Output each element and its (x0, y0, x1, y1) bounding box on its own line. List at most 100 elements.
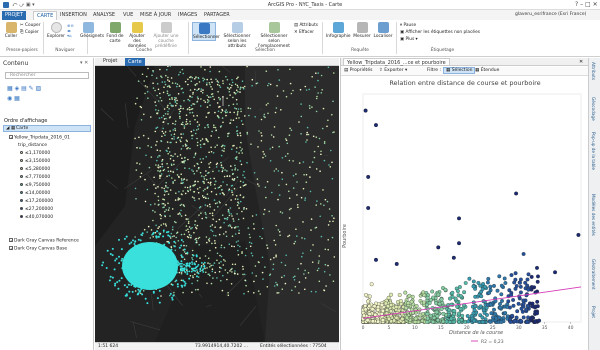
scatter-point (478, 304, 483, 309)
taxi-point (134, 102, 137, 105)
taxi-point (233, 245, 235, 248)
scatter-point (403, 290, 408, 295)
copy-button[interactable]: ⎘ Copier (20, 30, 39, 35)
taxi-point (180, 123, 183, 125)
add-preset-button[interactable]: Ajouter une couche prédéfinie (150, 22, 182, 49)
selected-point (141, 232, 144, 235)
map-canvas[interactable] (95, 66, 339, 342)
dock-tab[interactable]: Géocodage (591, 97, 596, 121)
taxi-point (225, 76, 227, 78)
taxi-point (295, 173, 297, 175)
taxi-point (208, 203, 211, 206)
nav-tools[interactable]: ⊕⊖ ◂▸ ⌖⌂ (67, 23, 79, 39)
taxi-point (146, 188, 149, 191)
taxi-point (333, 72, 335, 74)
taxi-point (196, 241, 198, 244)
tab-insert[interactable]: INSERTION (57, 11, 90, 20)
taxi-point (206, 187, 209, 189)
taxi-point (269, 258, 272, 261)
dock-tab[interactable]: Géotraitement (591, 259, 596, 290)
contents-view-toolbar[interactable]: ▦ ◈ ▤ ✎ ▨ (7, 85, 67, 93)
taxi-point (166, 90, 169, 92)
taxi-point (210, 229, 212, 231)
tab-map-view[interactable]: Carte (125, 58, 145, 66)
dock-tab[interactable]: Projet (591, 306, 596, 318)
contents-toolbar-2[interactable]: ◉ ▦ (7, 95, 20, 102)
tab-view[interactable]: VUE (120, 11, 136, 20)
selected-point (173, 270, 176, 273)
taxi-point (265, 196, 267, 199)
scatter-point (480, 320, 485, 324)
taxi-point (331, 161, 333, 164)
taxi-point (233, 187, 236, 190)
add-data-button[interactable]: Ajouter des données (126, 22, 148, 49)
user-account[interactable]: glaveru_esrifrance (Esri France) (515, 12, 586, 17)
infographic-button[interactable]: Infographie (326, 22, 351, 39)
taxi-point (209, 96, 212, 98)
scatter-point (367, 312, 372, 316)
pause-labels-button[interactable]: ⏸ Pause (400, 23, 416, 28)
dock-tab[interactable]: Pop-up de la table (591, 132, 596, 170)
scale-box[interactable]: 1:51 624 (98, 344, 118, 349)
select-by-attributes-button[interactable]: Sélectionner selon les attributs (220, 22, 254, 49)
taxi-point (191, 169, 193, 171)
cut-button[interactable]: ✂ Couper (20, 23, 40, 28)
taxi-point (180, 215, 183, 217)
tab-analysis[interactable]: ANALYSE (90, 11, 118, 20)
taxi-point (198, 244, 200, 246)
explore-button[interactable]: Explorer (47, 22, 65, 39)
search-input[interactable]: Rechercher (5, 72, 89, 79)
measure-button[interactable]: Mesurer (352, 22, 372, 39)
taxi-point (196, 83, 198, 85)
dock-tab[interactable]: Modèles des entités (591, 194, 596, 236)
taxi-point (157, 88, 160, 91)
locate-button[interactable]: Localiser (373, 22, 393, 39)
scatter-point (488, 284, 493, 289)
basemap-button[interactable]: Fond de carte (104, 22, 126, 44)
tab-imagery[interactable]: IMAGES (175, 11, 200, 20)
scatter-point (535, 279, 540, 284)
taxi-point (249, 107, 252, 110)
geosignets-button[interactable]: Géosignets (80, 22, 104, 39)
layer-node[interactable]: ✓Yellow_Tripdata_2016_01 (9, 135, 70, 141)
tab-chart[interactable]: Yellow_Tripdata_2016_...ce et pourboire (343, 58, 450, 66)
quick-access-toolbar[interactable]: ⤺ ⤻ ▣ ▾ (12, 2, 72, 8)
tab-map[interactable]: CARTE (33, 11, 58, 20)
attributes-button[interactable]: ▤ Attributs (294, 23, 318, 28)
chart-view-tabs: Yellow_Tripdata_2016_...ce et pourboire … (341, 58, 589, 66)
tab-share[interactable]: PARTAGER (201, 11, 233, 20)
taxi-point (184, 167, 186, 169)
taxi-point (180, 140, 182, 143)
taxi-point (185, 120, 188, 123)
chart-export-button[interactable]: ⇪ Exporter ▾ (379, 68, 407, 73)
scatter-chart[interactable]: Relation entre distance de course et pou… (341, 76, 589, 350)
taxi-point (197, 77, 200, 80)
paste-button[interactable]: Coller (3, 22, 19, 39)
taxi-point (184, 143, 187, 146)
filter-selection-button[interactable]: ▦ Sélection (443, 67, 476, 74)
tab-edit[interactable]: MISE À JOUR (137, 11, 174, 20)
pane-controls[interactable]: ▾ ✕ (80, 60, 88, 66)
window-controls[interactable]: ? – □ ✕ (575, 1, 598, 8)
filter-extent-button[interactable]: ▦ Étendue (475, 68, 499, 73)
taxi-point (229, 207, 232, 209)
clear-button[interactable]: ✕ Effacer (294, 30, 314, 35)
show-unplaced-button[interactable]: ▣ Afficher les étiquettes non placées (400, 30, 480, 35)
select-button[interactable]: Sélectionner (192, 22, 220, 41)
dock-tab[interactable]: Attributs (591, 62, 596, 80)
tab-project-view[interactable]: Projet (100, 58, 120, 65)
map-node[interactable]: ◢ ▦ Carte (3, 125, 91, 132)
more-labels-button[interactable]: ▣ Plus ▾ (400, 37, 418, 42)
taxi-point (225, 204, 227, 206)
taxi-point (205, 116, 208, 118)
basemap-node[interactable]: ✓Dark Gray Canvas Base (9, 246, 67, 252)
chart-properties-button[interactable]: ▤ Propriétés (344, 68, 372, 73)
tab-project[interactable]: PROJET (2, 11, 27, 20)
taxi-point (223, 147, 226, 150)
layer-visibility-checkbox[interactable]: ✓ (9, 135, 13, 140)
close-chart-tab[interactable]: ✕ (579, 59, 583, 65)
basemap-ref-node[interactable]: ✓Dark Gray Canvas Reference (9, 238, 79, 244)
taxi-point (211, 214, 214, 217)
select-by-location-button[interactable]: Sélectionner selon l'emplacement (256, 22, 292, 49)
taxi-point (154, 89, 156, 92)
